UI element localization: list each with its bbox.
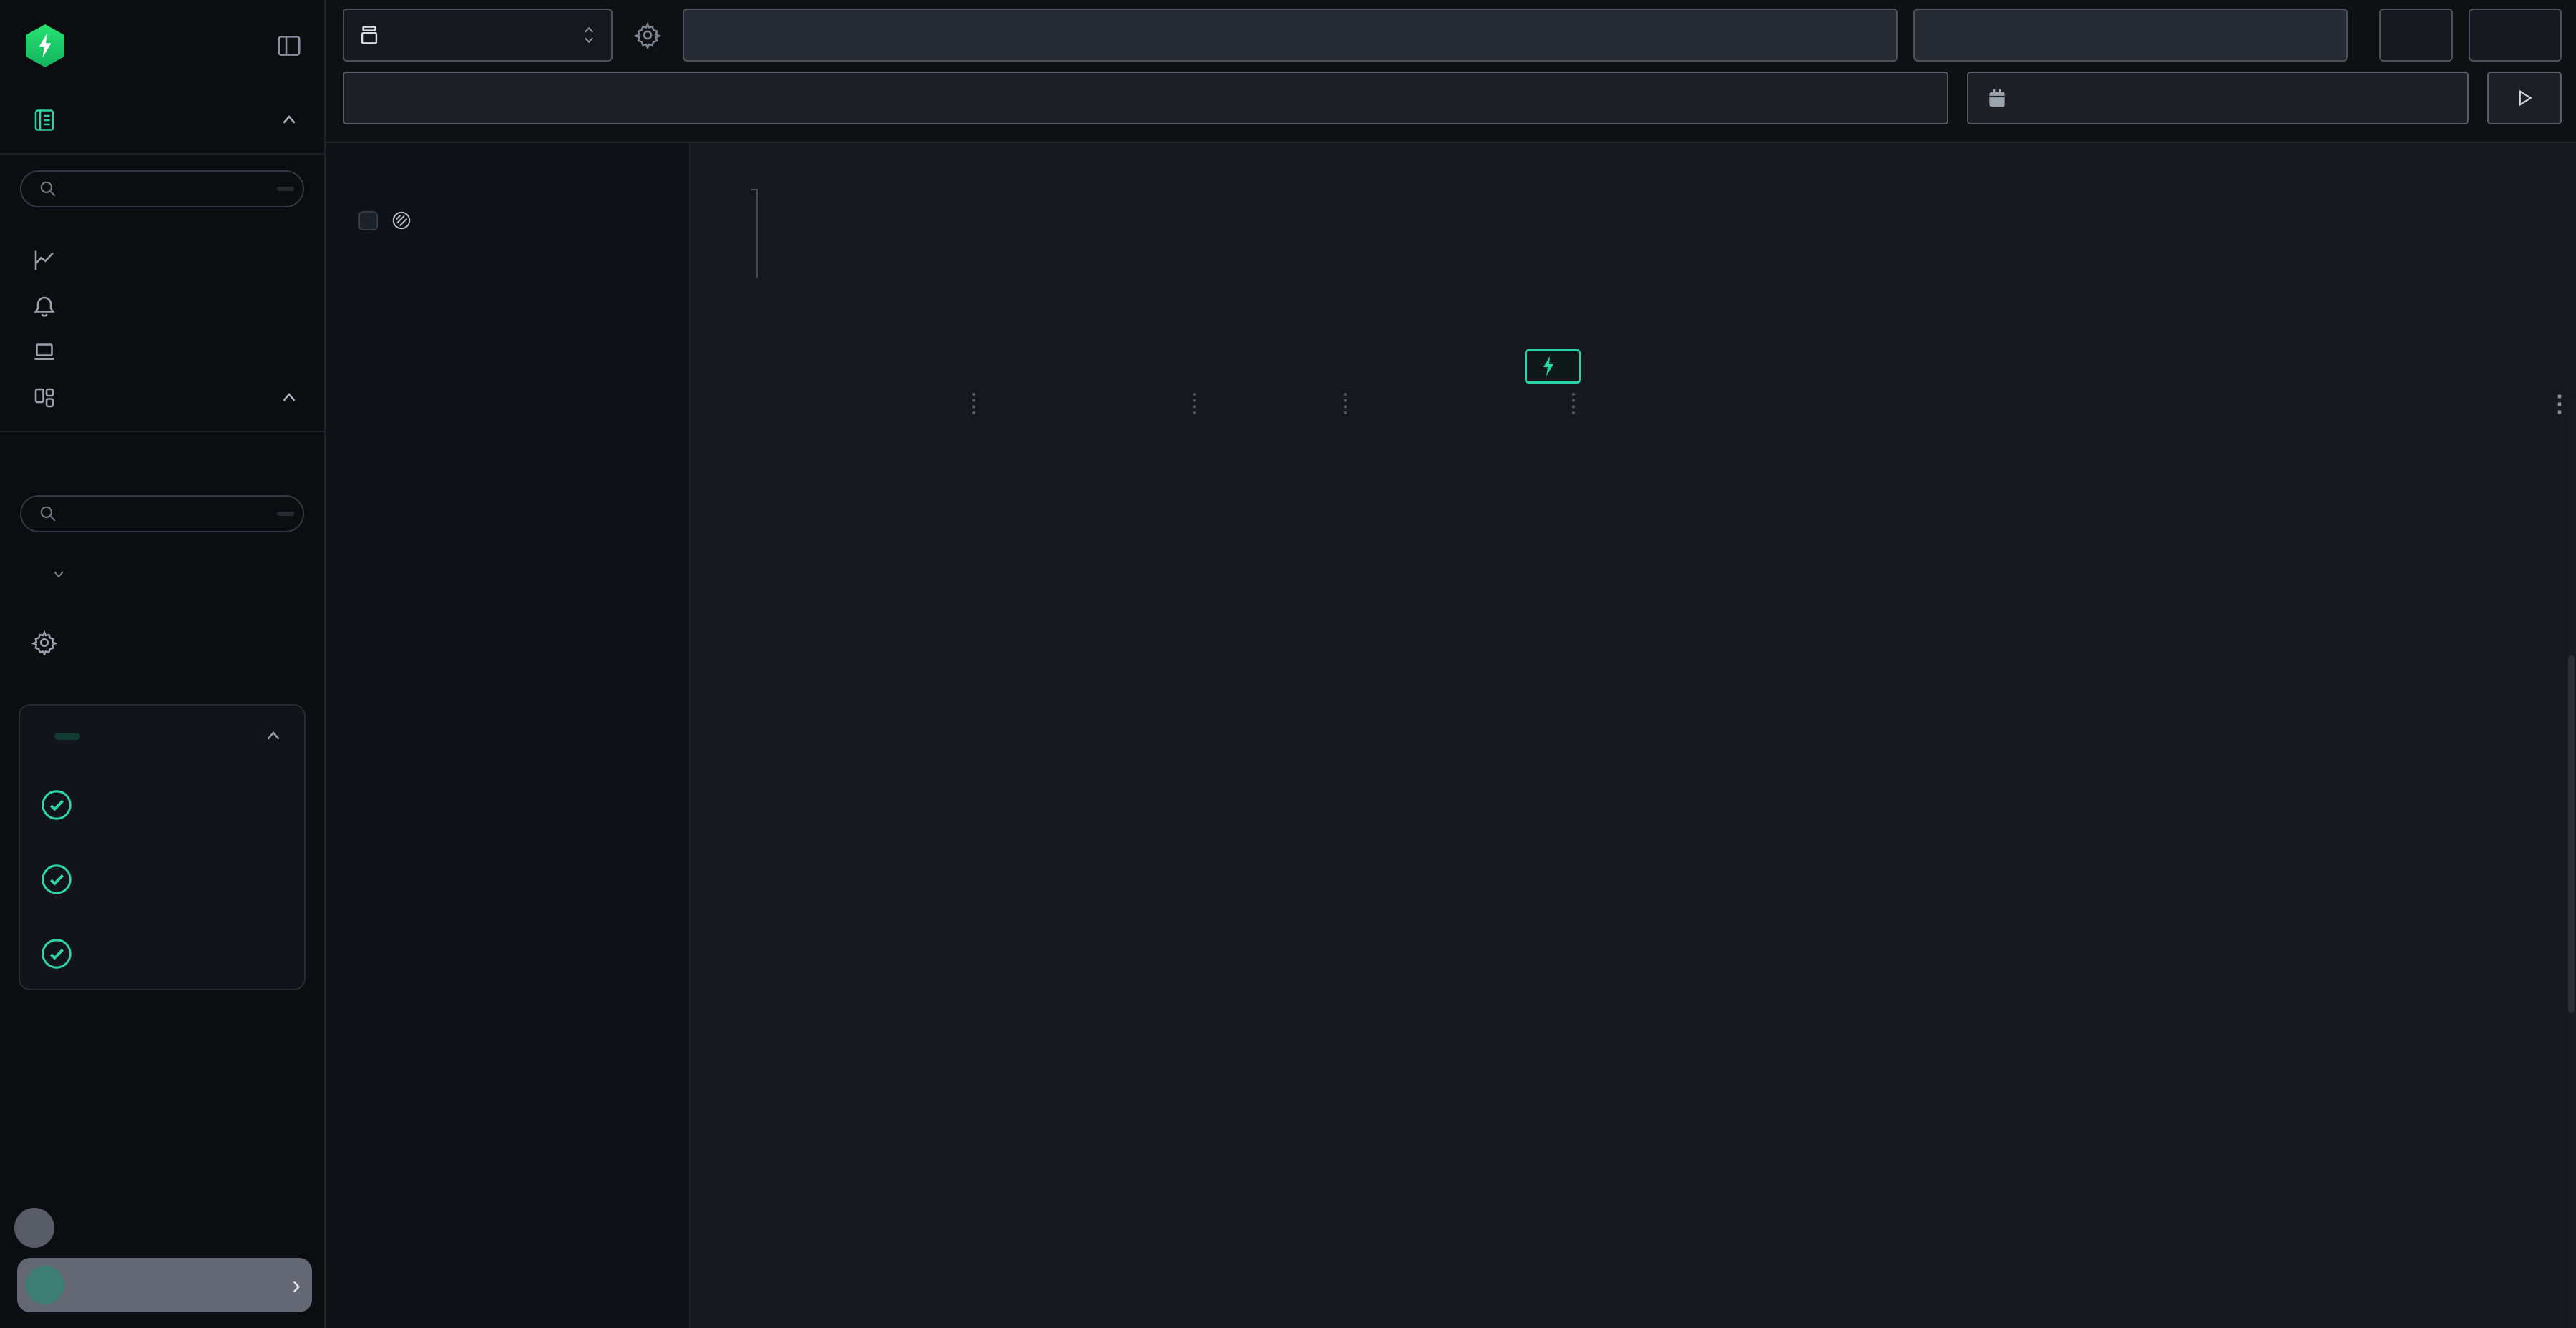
kbd-shortcut — [277, 187, 294, 191]
divider — [0, 153, 324, 155]
dashboards-icon — [31, 385, 57, 411]
logs-icon — [31, 107, 57, 133]
lightning-icon — [1540, 356, 1557, 377]
laptop-icon — [31, 339, 57, 365]
saved-searches-input[interactable] — [20, 170, 304, 208]
denoise-icon — [391, 210, 412, 231]
get-started-step[interactable] — [40, 844, 284, 896]
get-started-step[interactable] — [40, 919, 284, 970]
sidebar-item-team-settings[interactable] — [0, 620, 324, 665]
presets-toggle[interactable] — [0, 565, 324, 582]
top-bar — [326, 0, 2576, 143]
search-input[interactable] — [361, 86, 1891, 110]
kbd-shortcut — [277, 512, 294, 516]
source-settings-gear-icon[interactable] — [628, 9, 667, 62]
search-icon — [39, 180, 57, 198]
sql-orderby-input[interactable] — [1913, 9, 2347, 62]
traces-source-icon — [357, 23, 381, 47]
hyperdx-logo-icon — [26, 24, 64, 67]
avatar — [26, 1266, 64, 1304]
select-chevrons-icon — [580, 24, 598, 46]
denoise-results-toggle[interactable] — [358, 205, 669, 236]
scrollbar-track[interactable] — [2567, 398, 2576, 1328]
events-histogram[interactable] — [719, 189, 2569, 305]
check-circle-icon — [40, 863, 73, 896]
chevron-up-icon[interactable] — [263, 726, 284, 747]
bell-icon — [31, 293, 57, 319]
divider — [0, 431, 324, 432]
check-circle-icon — [40, 937, 73, 970]
x-axis — [756, 278, 2569, 305]
search-icon — [39, 504, 57, 523]
saved-dashboards-input[interactable] — [20, 495, 304, 532]
app-root: › — [0, 0, 2576, 1328]
get-started-progress-badge — [54, 733, 80, 740]
sql-select-input[interactable] — [683, 9, 1898, 62]
create-dashboard-button[interactable] — [0, 442, 324, 479]
chart-icon — [31, 248, 57, 273]
chevron-down-icon — [50, 565, 67, 582]
sidebar-item-alerts[interactable] — [0, 283, 324, 329]
sidebar-item-dashboards[interactable] — [0, 375, 324, 421]
gear-icon — [31, 630, 57, 655]
table-header: ⋮ — [691, 388, 2576, 419]
run-search-button[interactable] — [2487, 72, 2562, 125]
get-started-step[interactable] — [40, 770, 284, 821]
sidebar-item-chart-explorer[interactable] — [0, 238, 324, 283]
chevron-right-icon: › — [292, 1270, 301, 1300]
chevron-up-icon — [278, 109, 300, 131]
checkbox[interactable] — [358, 211, 378, 230]
right-column: ⋮ — [326, 0, 2576, 1328]
date-range-picker[interactable] — [1967, 72, 2469, 125]
brand-row — [0, 0, 324, 67]
sidebar-collapse-icon[interactable] — [275, 32, 303, 59]
results-area: ⋮ — [691, 143, 2576, 1328]
histogram-plot[interactable] — [756, 189, 2569, 278]
help-button[interactable] — [14, 1208, 54, 1248]
sidebar-item-search[interactable] — [0, 97, 324, 143]
sidebar: › — [0, 0, 326, 1328]
user-menu[interactable]: › — [17, 1258, 312, 1312]
resume-live-tail-button[interactable] — [1525, 349, 1581, 384]
check-circle-icon — [40, 788, 73, 821]
source-select[interactable] — [343, 9, 613, 62]
alerts-button[interactable] — [2469, 9, 2562, 62]
sidebar-item-client-sessions[interactable] — [0, 329, 324, 375]
chevron-up-icon — [278, 387, 300, 409]
save-button[interactable] — [2379, 9, 2454, 62]
scrollbar-thumb[interactable] — [2568, 655, 2575, 1013]
filters-panel — [326, 143, 691, 1328]
play-icon — [2514, 87, 2535, 109]
get-started-card — [19, 704, 306, 990]
results-table: ⋮ — [691, 388, 2576, 1328]
calendar-icon — [1986, 87, 2009, 109]
search-bar — [343, 72, 1948, 125]
